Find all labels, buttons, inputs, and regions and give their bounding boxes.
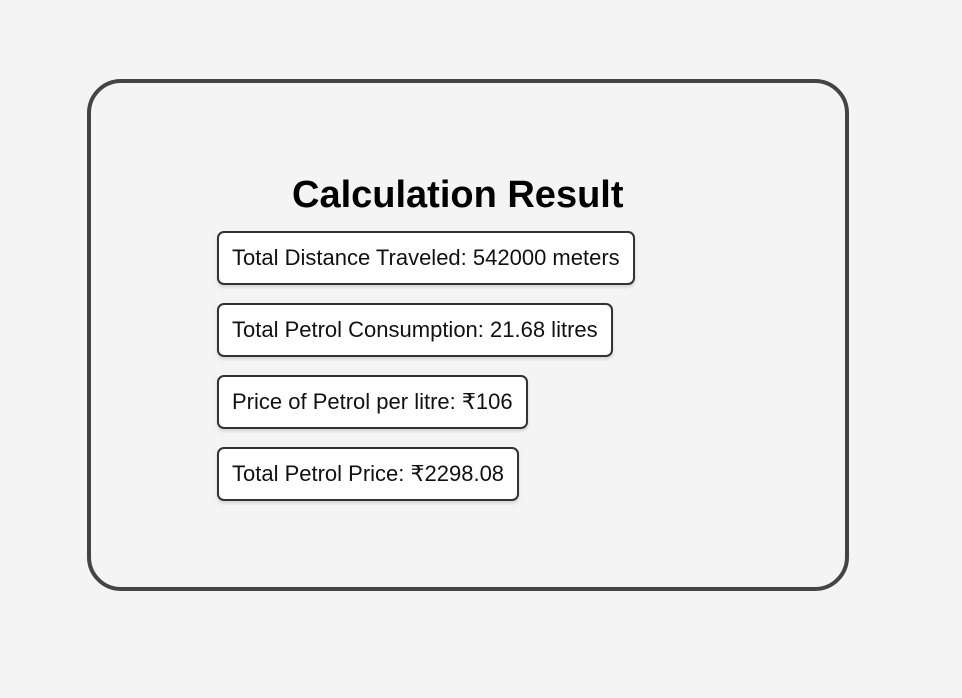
total-petrol-price-result: Total Petrol Price: ₹2298.08 [217, 447, 520, 501]
petrol-price-per-litre-result: Price of Petrol per litre: ₹106 [217, 375, 528, 429]
total-petrol-consumption-result: Total Petrol Consumption: 21.68 litres [217, 303, 613, 357]
result-list: Total Distance Traveled: 542000 meters T… [217, 231, 635, 519]
total-distance-result: Total Distance Traveled: 542000 meters [217, 231, 635, 285]
page-title: Calculation Result [292, 174, 624, 216]
